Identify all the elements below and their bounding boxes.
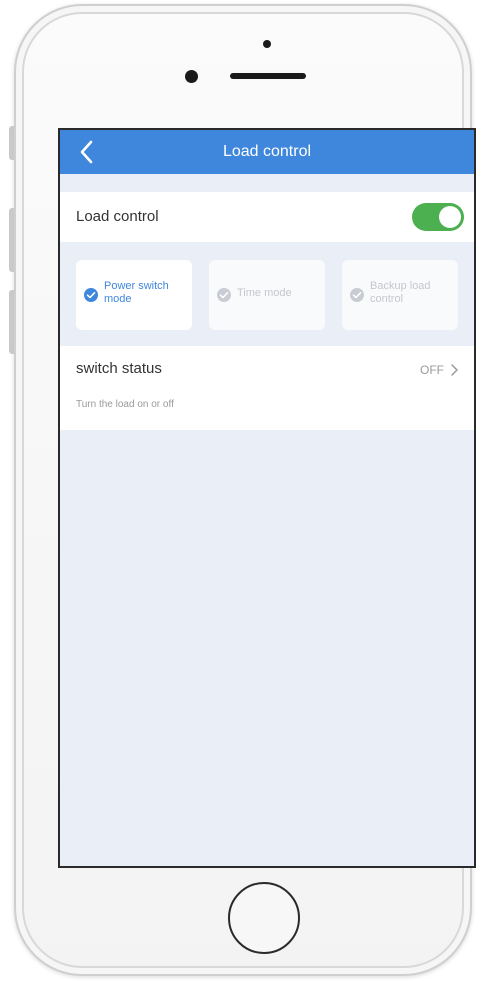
- switch-status-row[interactable]: switch status OFF Turn the load on or of…: [60, 346, 474, 430]
- switch-status-description: Turn the load on or off: [76, 399, 174, 410]
- check-circle-icon: [350, 288, 364, 302]
- page-title: Load control: [222, 143, 312, 160]
- chevron-right-icon: [450, 363, 460, 377]
- switch-status-value: OFF: [420, 363, 444, 377]
- load-control-row: Load control: [60, 192, 474, 242]
- switch-status-label: switch status: [76, 360, 162, 377]
- mode-selector: Power switch mode Time mode Backup load …: [60, 242, 474, 346]
- app-screen: Load control Load control Power switch m…: [58, 128, 476, 868]
- load-control-toggle[interactable]: [412, 203, 464, 231]
- mode-label-power-switch: Power switch mode: [104, 280, 169, 305]
- load-control-label: Load control: [76, 208, 159, 225]
- check-circle-icon: [217, 288, 231, 302]
- home-button[interactable]: [228, 882, 300, 954]
- earpiece-speaker: [230, 73, 306, 79]
- mode-label-backup-load: Backup load control: [370, 280, 431, 305]
- camera-dot: [263, 40, 271, 48]
- check-circle-icon: [84, 288, 98, 302]
- navigation-bar: Load control: [60, 130, 474, 174]
- volume-down-button: [9, 290, 14, 354]
- phone-frame: Load control Load control Power switch m…: [14, 4, 476, 976]
- mode-card-power-switch[interactable]: Power switch mode: [76, 260, 192, 330]
- toggle-knob: [439, 206, 461, 228]
- mode-card-time[interactable]: Time mode: [209, 260, 325, 330]
- mode-card-backup-load[interactable]: Backup load control: [342, 260, 458, 330]
- volume-up-button: [9, 208, 14, 272]
- mode-label-time: Time mode: [237, 287, 292, 299]
- mute-switch: [9, 126, 14, 160]
- front-camera: [185, 70, 198, 83]
